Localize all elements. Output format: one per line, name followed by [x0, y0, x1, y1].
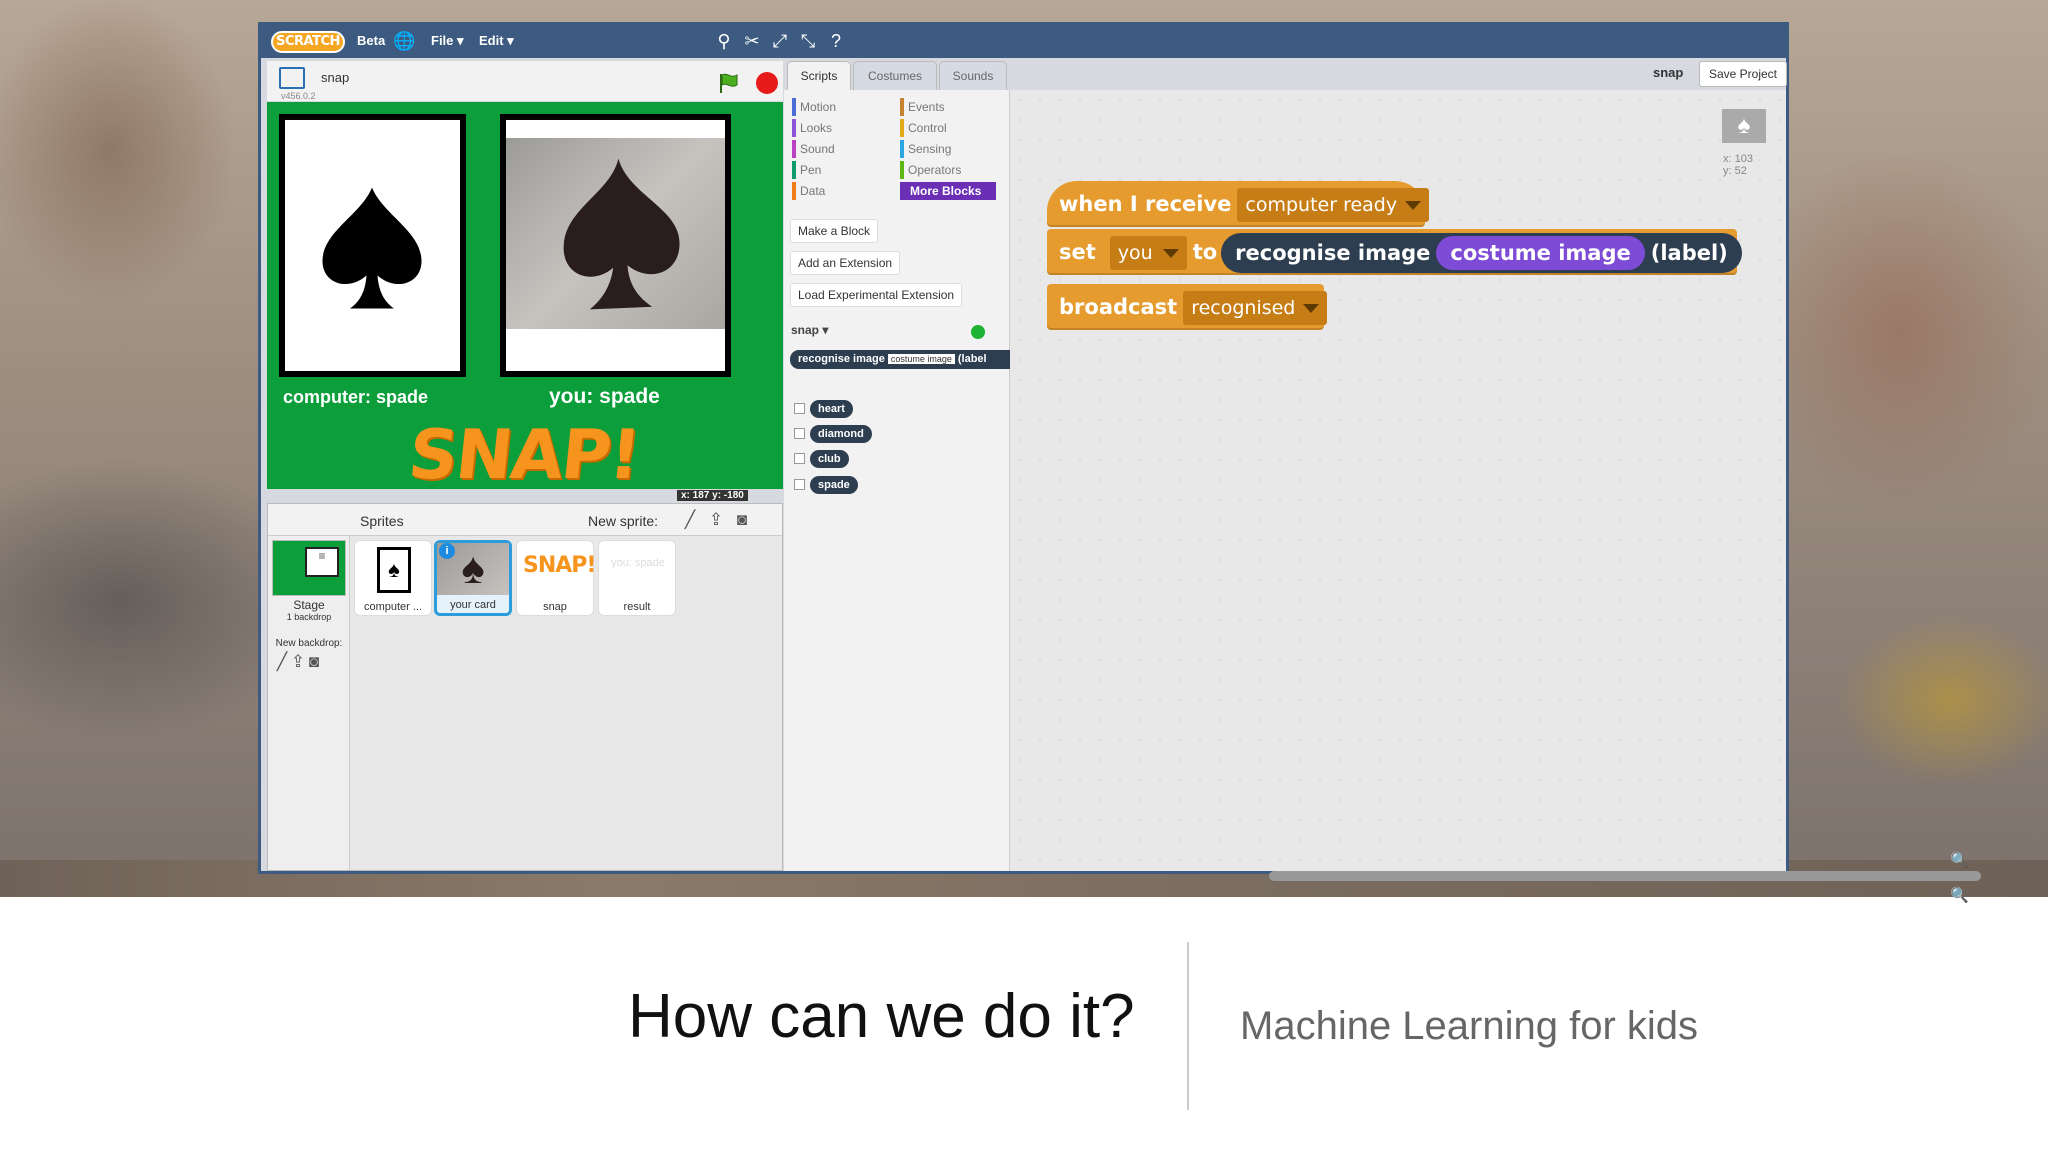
help-icon[interactable]: ? — [825, 30, 847, 52]
stage-column: ≡ Stage 1 backdrop New backdrop: ╱ ⇪ ◙ — [268, 536, 350, 870]
scratch-window: SCRATCH Beta 🌐 File ▾ Edit ▾ ⚲ ✂ ⤢ ⤡ ? s… — [258, 22, 1981, 904]
slide-title: How can we do it? — [628, 982, 1135, 1051]
your-card-photo — [500, 114, 731, 377]
sprite-corner-thumbnail: ♠ — [1722, 109, 1766, 143]
snap-thumb: SNAP! — [523, 553, 596, 578]
broadcast-dropdown[interactable]: recognised — [1183, 291, 1328, 325]
computer-label: computer: spade — [283, 387, 429, 407]
save-project-button[interactable]: Save Project — [1699, 61, 1787, 87]
tab-costumes[interactable]: Costumes — [853, 61, 937, 90]
current-sprite-name: snap — [1653, 65, 1684, 80]
upload-sprite-icon[interactable]: ⇪ — [704, 508, 728, 532]
spade-photo-icon — [563, 158, 680, 310]
category-control[interactable]: Control — [900, 119, 947, 137]
version-label: v456.0.2 — [281, 91, 316, 101]
you-label: you: spade — [549, 385, 660, 408]
variable-dropdown[interactable]: you — [1109, 236, 1187, 270]
load-experimental-extension-button[interactable]: Load Experimental Extension — [790, 283, 963, 307]
sprite-tile-result[interactable]: you: spade result — [598, 540, 676, 616]
add-extension-button[interactable]: Add an Extension — [790, 251, 901, 275]
shrink-icon[interactable]: ⤡ — [797, 30, 819, 52]
edit-menu[interactable]: Edit ▾ — [479, 33, 514, 49]
spade-icon — [322, 187, 422, 309]
category-pen[interactable]: Pen — [792, 161, 821, 179]
recognise-image-reporter[interactable]: recognise image costume image (label) — [1221, 233, 1742, 273]
paint-sprite-icon[interactable]: ╱ — [678, 508, 702, 532]
new-backdrop-label: New backdrop: — [275, 638, 343, 649]
sprite-tile-snap[interactable]: SNAP! snap — [516, 540, 596, 616]
result-thumb: you: spade — [611, 557, 665, 569]
tab-scripts[interactable]: Scripts — [787, 61, 851, 90]
grow-icon[interactable]: ⤢ — [769, 30, 791, 52]
globe-icon[interactable]: 🌐 — [393, 30, 415, 52]
recognise-image-block[interactable]: recognise image costume image (label — [790, 350, 1012, 369]
sprites-title: Sprites — [360, 513, 404, 529]
category-operators[interactable]: Operators — [900, 161, 961, 179]
category-sound[interactable]: Sound — [792, 140, 835, 158]
info-icon[interactable]: i — [439, 543, 455, 559]
label-checkbox[interactable] — [794, 403, 805, 414]
new-sprite-label: New sprite: — [588, 513, 659, 529]
duplicate-stamp-icon[interactable]: ⚲ — [713, 30, 735, 52]
green-flag-icon[interactable] — [717, 71, 741, 95]
label-checkbox[interactable] — [794, 479, 805, 490]
beta-label: Beta — [357, 33, 386, 48]
sprites-header: Sprites New sprite: ╱ ⇪ ◙ — [268, 504, 782, 536]
sprite-name: computer ... — [363, 601, 423, 613]
tab-sounds[interactable]: Sounds — [939, 61, 1007, 90]
category-events[interactable]: Events — [900, 98, 945, 116]
slide-divider — [1187, 942, 1189, 1110]
menubar: SCRATCH Beta 🌐 File ▾ Edit ▾ ⚲ ✂ ⤢ ⤡ ? — [261, 25, 1786, 58]
sprites-panel: Sprites New sprite: ╱ ⇪ ◙ ≡ Stage 1 back… — [267, 503, 783, 871]
label-block[interactable]: diamond — [810, 425, 872, 443]
message-dropdown[interactable]: computer ready — [1237, 188, 1430, 222]
label-block[interactable]: spade — [810, 476, 858, 494]
camera-backdrop-icon[interactable]: ◙ — [302, 650, 326, 674]
set-variable-block[interactable]: set you to recognise image costume image (lab… — [1047, 229, 1742, 275]
computer-card — [279, 114, 466, 377]
sprite-tile-computer-card[interactable]: ♠ computer ... — [354, 540, 432, 616]
snap-logo: SNAP! — [404, 416, 643, 495]
label-block[interactable]: club — [810, 450, 849, 468]
sprite-tile-your-card[interactable]: ♠ i your card — [434, 540, 512, 616]
category-more-blocks[interactable]: More Blocks — [900, 182, 996, 200]
file-menu[interactable]: File ▾ — [431, 33, 464, 49]
extension-menu[interactable]: snap ▾ — [791, 323, 828, 337]
sprite-name: snap — [543, 601, 567, 613]
label-checkbox[interactable] — [794, 428, 805, 439]
category-looks[interactable]: Looks — [792, 119, 832, 137]
stage-coords: x: 187 y: -180 — [677, 490, 748, 501]
category-data[interactable]: Data — [792, 182, 825, 200]
delete-cut-icon[interactable]: ✂ — [741, 30, 763, 52]
stop-button[interactable] — [756, 72, 778, 94]
extension-status-icon — [971, 325, 985, 339]
stage-header: snap v456.0.2 — [267, 61, 783, 101]
project-title[interactable]: snap — [321, 70, 349, 85]
block-palette: Motion Looks Sound Pen Data Events Contr… — [784, 90, 1012, 871]
sprite-name: result — [623, 601, 651, 613]
sprite-position: x: 103 y: 52 — [1723, 153, 1753, 177]
costume-image-reporter[interactable]: costume image — [1436, 236, 1645, 270]
label-checkbox[interactable] — [794, 453, 805, 464]
slide-subtitle: Machine Learning for kids — [1240, 1004, 1699, 1048]
sprite-name: your card — [450, 599, 496, 611]
label-block[interactable]: heart — [810, 400, 853, 418]
camera-sprite-icon[interactable]: ◙ — [730, 508, 754, 532]
category-sensing[interactable]: Sensing — [900, 140, 951, 158]
make-a-block-button[interactable]: Make a Block — [790, 219, 879, 243]
stage-label: Stage — [293, 598, 325, 612]
stage-thumbnail[interactable]: ≡ — [272, 540, 346, 596]
stage-backdrops: 1 backdrop — [286, 612, 332, 622]
stage-canvas[interactable]: computer: spade you: spade SNAP! — [267, 102, 783, 495]
category-motion[interactable]: Motion — [792, 98, 836, 116]
horizontal-scrollbar[interactable] — [1269, 871, 1981, 881]
fullscreen-icon[interactable] — [279, 67, 305, 89]
when-i-receive-block[interactable]: when I receive computer ready — [1047, 181, 1430, 227]
scratch-logo[interactable]: SCRATCH — [271, 31, 345, 53]
spade-thumb-icon: ♠ — [380, 550, 408, 590]
broadcast-block[interactable]: broadcast recognised — [1047, 284, 1328, 330]
